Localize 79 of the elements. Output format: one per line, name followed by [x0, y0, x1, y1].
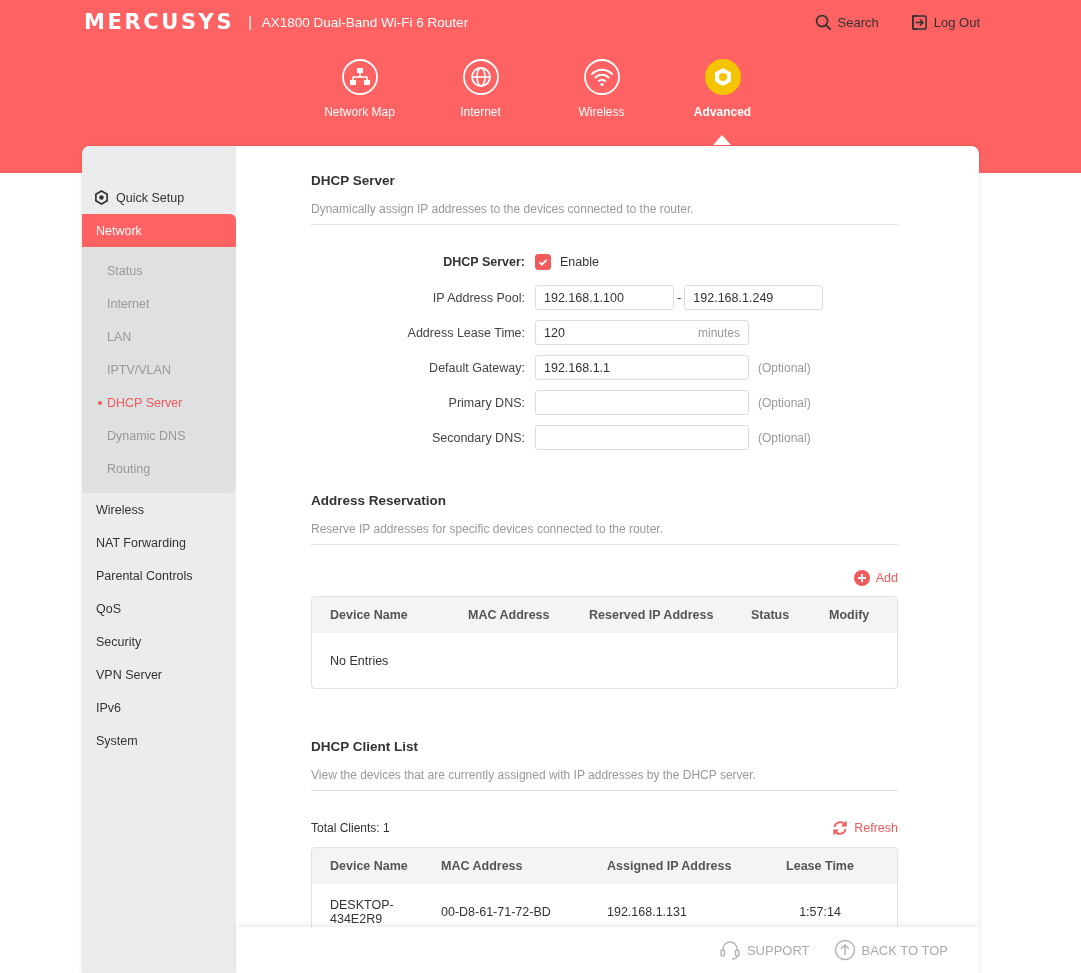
optional-note: (Optional): [758, 360, 811, 375]
table-cell-text: DESKTOP-434E2R9: [330, 898, 395, 926]
field-label: IP Address Pool:: [431, 290, 526, 305]
search-icon: [814, 13, 832, 31]
sidebar-item[interactable]: VPN Server: [82, 658, 236, 691]
separator-text: |: [248, 14, 252, 30]
table-cell-text: 00-D8-61-71-72-BD: [441, 905, 552, 919]
sidebar-item[interactable]: Wireless: [82, 493, 236, 526]
section-title: DHCP Client List: [311, 739, 419, 754]
checkbox[interactable]: [535, 254, 551, 270]
column-header: Device Name: [330, 608, 409, 622]
sidebar-item[interactable]: System: [82, 724, 236, 757]
empty-message: No Entries: [330, 653, 390, 668]
submenu-item[interactable]: DHCP Server: [82, 386, 236, 419]
logout-icon: [910, 13, 928, 31]
bullet-icon: [98, 400, 102, 405]
submenu-item[interactable]: Status: [82, 254, 236, 287]
column-header: Modify: [829, 608, 871, 622]
unit-label: minutes: [697, 326, 740, 340]
submenu-item[interactable]: Routing: [82, 452, 236, 485]
back-to-top-link[interactable]: BACK TO TOP: [833, 939, 948, 961]
section-title: DHCP Server: [311, 173, 396, 188]
submenu-item[interactable]: IPTV/VLAN: [82, 353, 236, 386]
input-field[interactable]: [535, 390, 749, 415]
field-label: Address Lease Time:: [406, 325, 526, 340]
logo: MERCUSYS: [84, 10, 235, 34]
column-header: Assigned IP Address: [607, 859, 733, 873]
column-header: Reserved IP Address: [589, 608, 715, 622]
input-field[interactable]: 192.168.1.1: [535, 355, 749, 380]
search-link[interactable]: Search: [814, 13, 879, 31]
sidebar-item[interactable]: Network: [82, 214, 236, 247]
section-title: Address Reservation: [311, 493, 448, 508]
network-icon: [340, 58, 379, 96]
submenu-item[interactable]: Internet: [82, 287, 236, 320]
submenu-item[interactable]: Dynamic DNS: [82, 419, 236, 452]
field-label: Primary DNS:: [447, 395, 526, 410]
section-description: View the devices that are currently assigned with IP addresses by the DHCP server.: [311, 754, 898, 791]
input-field[interactable]: 192.168.1.100: [535, 285, 674, 310]
column-header: Device Name: [330, 859, 409, 873]
nav-tab[interactable]: Internet: [420, 58, 541, 119]
section-description: Dynamically assign IP addresses to the devices connected to the router.: [311, 188, 898, 225]
table-cell-text: 192.168.1.131: [607, 905, 688, 919]
product-name: AX1800 Dual-Band Wi-Fi 6 Router: [261, 14, 469, 30]
gear-icon: [94, 190, 109, 205]
table-cell-text: 1:57:14: [798, 905, 842, 919]
client-count: Total Clients: 1: [311, 821, 390, 835]
globe-icon: [461, 58, 500, 96]
refresh-icon: [832, 820, 849, 836]
column-header: Lease Time: [785, 859, 855, 873]
sidebar-item[interactable]: QoS: [82, 592, 236, 625]
sidebar-item[interactable]: Parental Controls: [82, 559, 236, 592]
optional-note: (Optional): [758, 430, 811, 445]
plus-icon: [853, 570, 870, 586]
input-field[interactable]: 192.168.1.249: [684, 285, 824, 310]
optional-note: (Optional): [758, 395, 811, 410]
wifi-icon: [582, 58, 621, 96]
nav-tab[interactable]: Wireless: [541, 58, 662, 119]
column-header: MAC Address: [441, 859, 524, 873]
checkbox-label: Enable: [560, 255, 599, 269]
column-header: Status: [751, 608, 791, 622]
logout-link[interactable]: Log Out: [910, 13, 980, 31]
add-button[interactable]: Add: [853, 570, 898, 586]
field-label: DHCP Server:: [442, 255, 526, 269]
column-header: MAC Address: [468, 608, 551, 622]
input-field[interactable]: [535, 425, 749, 450]
sidebar-item[interactable]: NAT Forwarding: [82, 526, 236, 559]
sidebar-item[interactable]: Quick Setup: [82, 181, 236, 214]
gear-icon: [703, 58, 742, 96]
range-separator: -: [677, 290, 682, 305]
field-label: Secondary DNS:: [430, 430, 526, 445]
submenu-item[interactable]: LAN: [82, 320, 236, 353]
sidebar-item[interactable]: Security: [82, 625, 236, 658]
refresh-button[interactable]: Refresh: [832, 820, 898, 836]
field-label: Default Gateway:: [428, 360, 526, 375]
nav-tab[interactable]: Network Map: [299, 58, 420, 119]
section-description: Reserve IP addresses for specific devices connected to the router.: [311, 508, 898, 545]
sidebar-item[interactable]: IPv6: [82, 691, 236, 724]
support-link[interactable]: SUPPORT: [718, 939, 810, 961]
headset-icon: [718, 939, 741, 961]
